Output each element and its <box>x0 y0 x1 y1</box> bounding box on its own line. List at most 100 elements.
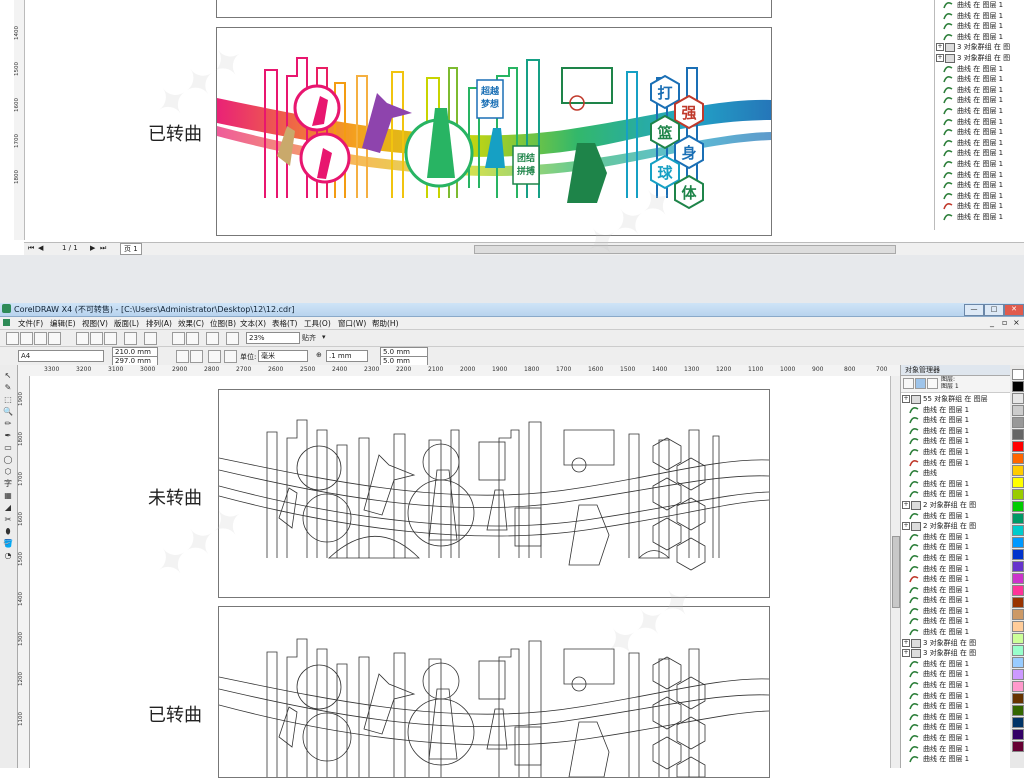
last-page-button[interactable]: ⏭ <box>100 244 106 253</box>
nudge-distance-field[interactable]: .1 mm <box>326 350 368 362</box>
color-swatch[interactable] <box>1012 441 1024 452</box>
color-swatch[interactable] <box>1012 501 1024 512</box>
color-swatch[interactable] <box>1012 537 1024 548</box>
curve-row[interactable]: 曲线 在 图层 1 <box>901 606 1011 617</box>
color-swatch[interactable] <box>1012 549 1024 560</box>
curve-row[interactable]: 曲线 在 图层 1 <box>901 669 1011 680</box>
curve-row[interactable]: 曲线 在 图层 1 <box>935 191 1005 202</box>
curve-row[interactable]: 曲线 在 图层 1 <box>901 489 1011 500</box>
color-swatch[interactable] <box>1012 405 1024 416</box>
tool-button[interactable]: ◔ <box>3 551 13 560</box>
menu-item[interactable]: 文本(X) <box>240 318 266 329</box>
undo-icon[interactable] <box>124 332 137 345</box>
redo-icon[interactable] <box>144 332 157 345</box>
curve-row[interactable]: 曲线 在 图层 1 <box>901 722 1011 733</box>
menu-item[interactable]: 视图(V) <box>82 318 108 329</box>
tool-button[interactable]: ✒ <box>3 431 13 440</box>
edit-across-layers-icon[interactable] <box>915 378 926 389</box>
curve-row[interactable]: 曲线 在 图层 1 <box>935 159 1005 170</box>
color-swatch[interactable] <box>1012 393 1024 404</box>
curve-row[interactable]: 曲线 在 图层 1 <box>901 627 1011 638</box>
portrait-icon[interactable] <box>176 350 189 363</box>
open-icon[interactable] <box>20 332 33 345</box>
expand-toggle-icon[interactable]: + <box>902 522 910 531</box>
object-group-row[interactable]: +3 对象群组 在 图 <box>935 53 1010 64</box>
tool-button[interactable]: 🔍 <box>3 407 13 416</box>
curve-row[interactable]: 曲线 在 图层 1 <box>901 532 1011 543</box>
units-select[interactable]: 毫米 <box>258 350 308 362</box>
tool-button[interactable]: ✎ <box>3 383 13 392</box>
color-swatch[interactable] <box>1012 489 1024 500</box>
drawing-canvas[interactable]: 未转曲 已转曲 <box>30 376 900 778</box>
doc-minimize-button[interactable]: _ <box>990 318 994 327</box>
snap-dropdown-icon[interactable]: ▾ <box>322 333 326 341</box>
color-swatch[interactable] <box>1012 693 1024 704</box>
paste-icon[interactable] <box>104 332 117 345</box>
menu-item[interactable]: 效果(C) <box>178 318 204 329</box>
color-swatch[interactable] <box>1012 465 1024 476</box>
curve-row[interactable]: 曲线 在 图层 1 <box>901 744 1011 755</box>
expand-toggle-icon[interactable]: + <box>902 395 910 403</box>
curve-row[interactable]: 曲线 在 图层 1 <box>935 138 1005 149</box>
curve-row[interactable]: 曲线 在 图层 1 <box>901 426 1011 437</box>
curve-row[interactable]: 曲线 在 图层 1 <box>901 754 1011 765</box>
color-swatch[interactable] <box>1012 513 1024 524</box>
tool-button[interactable]: ▭ <box>3 443 13 452</box>
curve-row[interactable]: 曲线 在 图层 1 <box>901 595 1011 606</box>
tool-button[interactable]: ▦ <box>3 491 13 500</box>
export-icon[interactable] <box>186 332 199 345</box>
color-swatch[interactable] <box>1012 525 1024 536</box>
paper-size-select[interactable]: A4 <box>18 350 104 362</box>
next-page-button[interactable]: ▶ <box>90 244 95 252</box>
expand-toggle-icon[interactable]: + <box>936 53 944 62</box>
tool-button[interactable]: ↖ <box>3 371 13 380</box>
curve-row[interactable]: 曲线 在 图层 1 <box>935 0 1005 11</box>
import-icon[interactable] <box>172 332 185 345</box>
curve-row[interactable]: 曲线 在 图层 1 <box>901 511 1011 522</box>
curve-row[interactable]: 曲线 在 图层 1 <box>901 574 1011 585</box>
curve-row[interactable]: 曲线 在 图层 1 <box>935 148 1005 159</box>
close-button[interactable]: ✕ <box>1004 304 1024 316</box>
object-group-row[interactable]: +3 对象群组 在 图 <box>935 42 1010 53</box>
copy-icon[interactable] <box>90 332 103 345</box>
curve-row[interactable]: 曲线 在 图层 1 <box>901 415 1011 426</box>
color-swatch[interactable] <box>1012 741 1024 752</box>
menu-item[interactable]: 工具(O) <box>304 318 331 329</box>
curve-row[interactable]: 曲线 在 图层 1 <box>935 74 1005 85</box>
tool-button[interactable]: ✏ <box>3 419 13 428</box>
color-swatch[interactable] <box>1012 705 1024 716</box>
color-swatch[interactable] <box>1012 429 1024 440</box>
color-swatch[interactable] <box>1012 453 1024 464</box>
all-pages-icon[interactable] <box>208 350 221 363</box>
curve-row[interactable]: 曲线 在 图层 1 <box>935 127 1005 138</box>
curve-row[interactable]: 曲线 在 图层 1 <box>935 170 1005 181</box>
curve-row[interactable]: 曲线 在 图层 1 <box>935 21 1005 32</box>
object-group-row[interactable]: +2 对象群组 在 图 <box>901 500 1011 511</box>
tool-button[interactable]: ✂ <box>3 515 13 524</box>
color-swatch[interactable] <box>1012 597 1024 608</box>
curve-row[interactable]: 曲线 在 图层 1 <box>901 447 1011 458</box>
object-group-row[interactable]: +2 对象群组 在 图 <box>901 521 1011 532</box>
curve-row[interactable]: 曲线 在 图层 1 <box>935 85 1005 96</box>
maximize-button[interactable]: □ <box>984 304 1004 316</box>
menu-item[interactable]: 窗口(W) <box>338 318 366 329</box>
curve-row[interactable]: 曲线 在 图层 1 <box>901 585 1011 596</box>
color-swatch[interactable] <box>1012 717 1024 728</box>
curve-row[interactable]: 曲线 在 图层 1 <box>935 64 1005 75</box>
color-swatch[interactable] <box>1012 609 1024 620</box>
tool-button[interactable]: ◢ <box>3 503 13 512</box>
snap-to-label[interactable]: 贴齐 <box>302 333 316 343</box>
menu-item[interactable]: 表格(T) <box>272 318 297 329</box>
curve-row[interactable]: 曲线 在 图层 1 <box>901 733 1011 744</box>
curve-row[interactable]: 曲线 在 图层 1 <box>901 691 1011 702</box>
curve-row[interactable]: 曲线 在 图层 1 <box>935 201 1005 212</box>
horizontal-scrollbar[interactable] <box>474 245 896 254</box>
minimize-button[interactable]: — <box>964 304 984 316</box>
color-swatch[interactable] <box>1012 585 1024 596</box>
menu-item[interactable]: 位图(B) <box>210 318 236 329</box>
curve-row[interactable]: 曲线 在 图层 1 <box>935 11 1005 22</box>
zoom-select[interactable]: 23% <box>246 332 300 344</box>
landscape-icon[interactable] <box>190 350 203 363</box>
save-icon[interactable] <box>34 332 47 345</box>
expand-toggle-icon[interactable]: + <box>902 638 910 647</box>
